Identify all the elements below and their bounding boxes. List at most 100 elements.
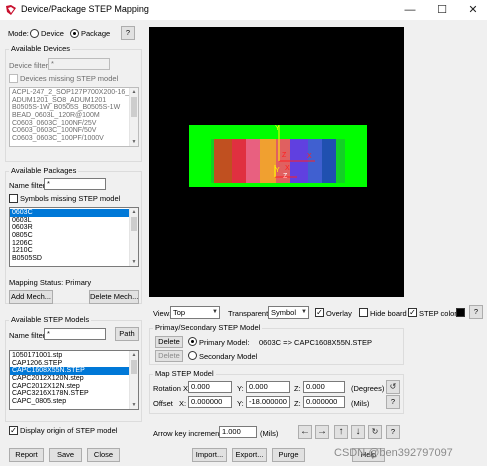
step-filter-input[interactable]: *: [44, 328, 106, 340]
transparent-combo[interactable]: Symbol ▼: [268, 306, 309, 319]
arrow-left-icon[interactable]: ←: [298, 425, 312, 439]
list-item[interactable]: ACPL-247_2_SOP127P700X200-16_A: [10, 89, 134, 97]
view-combo[interactable]: Top ▼: [170, 306, 220, 319]
maximize-icon[interactable]: ☐: [432, 2, 452, 18]
list-item[interactable]: CAPC3216X178N.STEP: [10, 390, 129, 398]
offset-y-input[interactable]: -18.000000: [246, 396, 290, 408]
list-item[interactable]: CAPC2012X12N.step: [10, 383, 129, 391]
mapping-window: Device/Package STEP Mapping — ☐ ✕ Mode: …: [0, 0, 487, 466]
scroll-up-icon[interactable]: ▲: [130, 88, 138, 96]
device-filter-input[interactable]: *: [48, 58, 110, 70]
overlay-label: Overlay: [326, 309, 352, 318]
delete-secondary-button[interactable]: Delete: [155, 350, 183, 362]
list-item[interactable]: 1210C: [10, 247, 129, 255]
rotation-z-input[interactable]: 0.000: [303, 381, 345, 393]
map-step-title: Map STEP Model: [153, 369, 216, 378]
delete-mech-button[interactable]: Delete Mech...: [89, 290, 139, 304]
secondary-model-radio[interactable]: [188, 351, 197, 360]
arrow-key-help-button[interactable]: ?: [386, 425, 400, 439]
list-item[interactable]: B0505SD: [10, 255, 129, 263]
step-models-scrollbar[interactable]: ▲ ▼: [129, 351, 138, 409]
step-models-list[interactable]: 1050171001.stp CAP1206.STEP CAPC1608X55N.S…: [9, 350, 139, 410]
arrow-right-icon[interactable]: →: [315, 425, 329, 439]
list-item[interactable]: CAPC2012X120N.step: [10, 375, 129, 383]
save-button[interactable]: Save: [49, 448, 82, 462]
list-item[interactable]: C0603_0603C_100NF/50V: [10, 127, 129, 135]
view-help-button[interactable]: ?: [469, 305, 483, 319]
close-window-icon[interactable]: ✕: [463, 2, 483, 18]
offset-x-input[interactable]: 0.000000: [188, 396, 232, 408]
devices-list[interactable]: ACPL-247_2_SOP127P700X200-16_A ADUM1201_S…: [9, 87, 139, 147]
list-item[interactable]: 1206C: [10, 240, 129, 248]
devices-missing-checkbox[interactable]: [9, 74, 18, 83]
z-axis-marker: Z: [282, 152, 287, 159]
packages-list[interactable]: 0603C 0603L 0603R 0805C 1206C 1210C B0505SD ▲ …: [9, 207, 139, 267]
model-segment: [214, 139, 232, 183]
reset-rotation-icon[interactable]: ↺: [386, 380, 400, 394]
devices-scrollbar[interactable]: ▲ ▼: [129, 88, 138, 146]
mode-package-label: Package: [81, 29, 111, 38]
scroll-down-icon[interactable]: ▼: [130, 401, 138, 409]
purge-button[interactable]: Purge: [272, 448, 305, 462]
offset-label: Offset: [153, 399, 173, 408]
mode-help-button[interactable]: ?: [121, 26, 135, 40]
map-step-group: [149, 374, 404, 414]
offset-y-label: Y:: [237, 399, 244, 408]
scroll-up-icon[interactable]: ▲: [130, 351, 138, 359]
list-item[interactable]: 0603L: [10, 217, 129, 225]
display-origin-label: Display origin of STEP model: [20, 426, 118, 435]
mode-package-radio[interactable]: [70, 29, 79, 38]
origin-y-marker: Y: [275, 167, 280, 174]
overlay-checkbox[interactable]: ✓: [315, 308, 324, 317]
list-item[interactable]: ADUM1201_SO8_ADUM1201: [10, 97, 129, 105]
step-color-checkbox[interactable]: ✓: [408, 308, 417, 317]
map-step-help-button[interactable]: ?: [386, 395, 400, 409]
rotate-icon[interactable]: ↻: [368, 425, 382, 439]
packages-scrollbar[interactable]: ▲ ▼: [129, 208, 138, 266]
mode-device-radio[interactable]: [30, 29, 39, 38]
add-mech-button[interactable]: Add Mech...: [9, 290, 53, 304]
offset-units: (Mils): [351, 399, 370, 408]
symbols-missing-checkbox[interactable]: [9, 194, 18, 203]
list-item[interactable]: 0603C: [10, 209, 129, 217]
primary-model-radio[interactable]: [188, 337, 197, 346]
display-origin-checkbox[interactable]: ✓: [9, 426, 18, 435]
list-item[interactable]: 1050171001.stp: [10, 352, 129, 360]
step-3d-viewport[interactable]: Y Z X Y Z X: [149, 27, 404, 297]
rotation-y-input[interactable]: 0.000: [246, 381, 290, 393]
list-item[interactable]: CAPC1608X55N.STEP: [10, 367, 129, 376]
list-item[interactable]: CAP1206.STEP: [10, 360, 129, 368]
report-button[interactable]: Report: [9, 448, 44, 462]
list-item[interactable]: C0603_0603C_100PF/1000V: [10, 135, 129, 143]
primary-secondary-title: Primay/Secondary STEP Model: [153, 323, 263, 332]
window-title: Device/Package STEP Mapping: [21, 4, 149, 14]
list-item[interactable]: C0603_0603C_100NF/25V: [10, 120, 129, 128]
minimize-icon[interactable]: —: [400, 2, 420, 18]
scroll-up-icon[interactable]: ▲: [130, 208, 138, 216]
mode-device-label: Device: [41, 29, 64, 38]
step-color-swatch[interactable]: [456, 308, 465, 317]
arrow-down-icon[interactable]: ↓: [351, 425, 365, 439]
rotation-x-input[interactable]: 0.000: [188, 381, 232, 393]
hide-board-checkbox[interactable]: [359, 308, 368, 317]
arrow-up-icon[interactable]: ↑: [334, 425, 348, 439]
rotation-label: Rotation X:: [153, 384, 191, 393]
import-button[interactable]: Import...: [192, 448, 227, 462]
arrow-key-input[interactable]: 1.000: [219, 426, 257, 438]
scroll-down-icon[interactable]: ▼: [130, 258, 138, 266]
close-button[interactable]: Close: [87, 448, 120, 462]
list-item[interactable]: CAPC_0805.step: [10, 398, 129, 406]
primary-mapping-text: 0603C => CAPC1608X55N.STEP: [259, 338, 372, 347]
list-item[interactable]: B0505S-1W_B0505S_B0505S-1W: [10, 104, 129, 112]
export-button[interactable]: Export...: [232, 448, 267, 462]
list-item[interactable]: 0805C: [10, 232, 129, 240]
y-axis-marker: Y: [275, 125, 280, 132]
delete-primary-button[interactable]: Delete: [155, 336, 183, 348]
chevron-down-icon: ▼: [212, 309, 218, 315]
offset-z-input[interactable]: 0.000000: [303, 396, 345, 408]
path-button[interactable]: Path: [115, 327, 139, 341]
scroll-down-icon[interactable]: ▼: [130, 138, 138, 146]
package-filter-input[interactable]: *: [44, 178, 106, 190]
list-item[interactable]: BEAD_0603L_120R@100M: [10, 112, 129, 120]
list-item[interactable]: 0603R: [10, 224, 129, 232]
